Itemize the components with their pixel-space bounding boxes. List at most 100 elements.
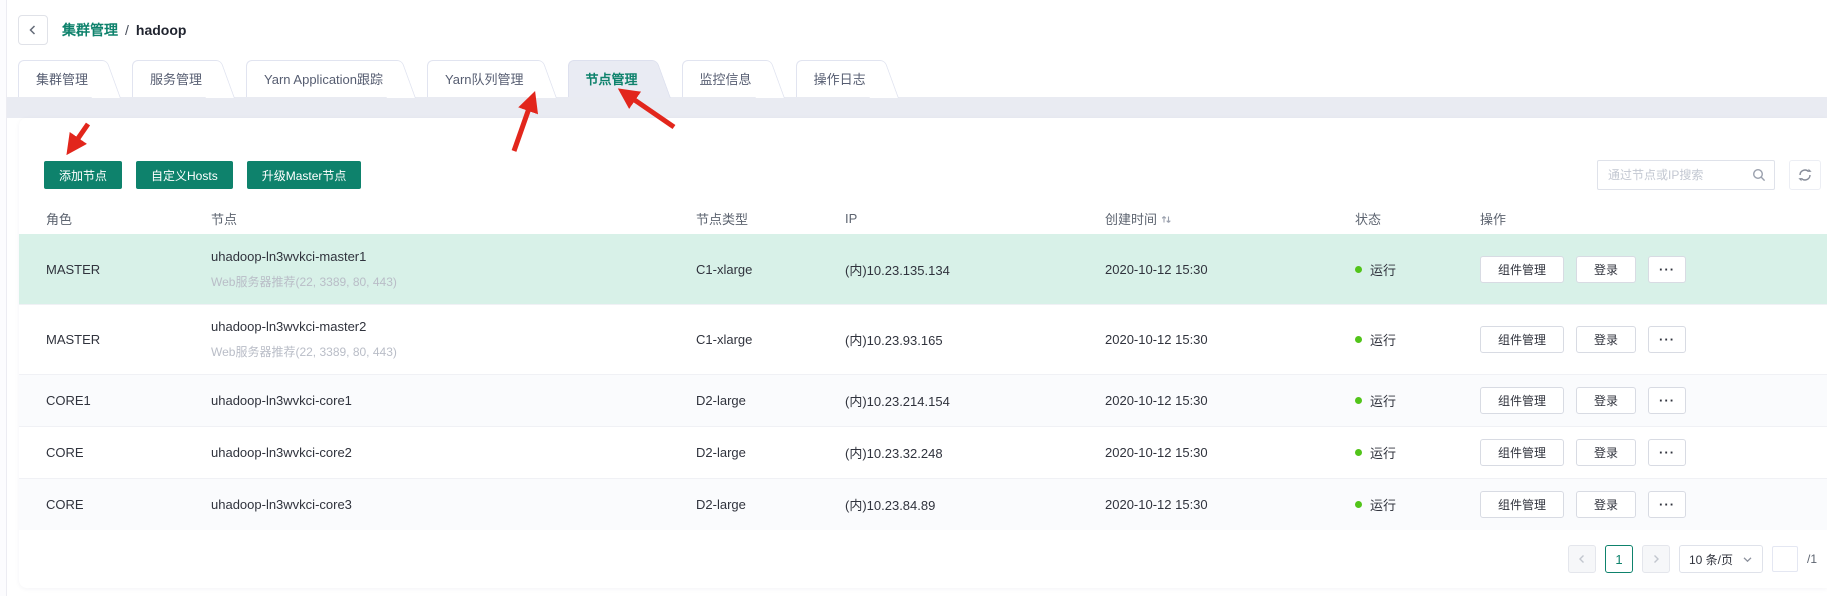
content-panel: 添加节点自定义Hosts升级Master节点 角色节点节点类型IP创建时间状态操 (19, 118, 1827, 588)
table-row-1[interactable]: MASTERuhadoop-ln3wvkci-master1Web服务器推荐(2… (19, 234, 1827, 304)
tab-3[interactable]: Yarn Application跟踪 (246, 60, 395, 97)
table-row-3[interactable]: CORE1uhadoop-ln3wvkci-core1D2-large(内)10… (19, 374, 1827, 426)
ip-cell: (内)10.23.84.89 (845, 495, 1105, 514)
more-actions-button[interactable]: ··· (1648, 491, 1686, 518)
role-cell: MASTER (46, 332, 211, 347)
role-cell: CORE1 (46, 393, 211, 408)
node-cell: uhadoop-ln3wvkci-master1 Web服务器推荐(22, 338… (211, 249, 696, 290)
tab-5[interactable]: 节点管理 (568, 60, 650, 97)
toolbar-button-3[interactable]: 升级Master节点 (247, 161, 362, 189)
node-cell: uhadoop-ln3wvkci-core1 (211, 393, 696, 408)
status-dot-icon (1355, 397, 1362, 404)
ip-cell: (内)10.23.93.165 (845, 330, 1105, 349)
pagination-prev-button[interactable] (1568, 545, 1596, 573)
table-row-2[interactable]: MASTERuhadoop-ln3wvkci-master2 Web服务器推荐(2… (19, 304, 1827, 374)
more-actions-button[interactable]: ··· (1648, 256, 1686, 283)
node-name: uhadoop-ln3wvkci-core2 (211, 445, 696, 460)
chevron-down-icon (1742, 554, 1753, 565)
node-note: Web服务器推荐(22, 3389, 80, 443) (211, 273, 696, 290)
tab-label: 服务管理 (150, 69, 202, 88)
table-row-4[interactable]: COREuhadoop-ln3wvkci-core2D2-large(内)10.… (19, 426, 1827, 478)
status-label: 运行 (1370, 330, 1396, 349)
column-header-label: 节点类型 (696, 209, 748, 228)
tab-4[interactable]: Yarn队列管理 (427, 60, 536, 97)
page-jump-input[interactable] (1772, 546, 1798, 572)
back-button[interactable] (18, 15, 48, 45)
action-button-1[interactable]: 组件管理 (1480, 256, 1564, 283)
page-total: /1 (1807, 552, 1817, 566)
chevron-left-icon (26, 23, 40, 37)
node-name: uhadoop-ln3wvkci-core1 (211, 393, 696, 408)
created-time-cell: 2020-10-12 15:30 (1105, 262, 1355, 277)
pagination-page-1[interactable]: 1 (1605, 545, 1633, 573)
status-badge: 运行 (1355, 443, 1480, 462)
row-actions: 组件管理登录 ··· (1480, 326, 1800, 353)
ip-cell: (内)10.23.214.154 (845, 391, 1105, 410)
action-button-2[interactable]: 登录 (1576, 256, 1636, 283)
node-type-cell: C1-xlarge (696, 332, 845, 347)
toolbar-right (1597, 160, 1821, 190)
breadcrumb-parent-link[interactable]: 集群管理 (62, 20, 118, 40)
node-note: Web服务器推荐(22, 3389, 80, 443) (211, 343, 696, 360)
node-type-cell: D2-large (696, 445, 845, 460)
node-type-cell: C1-xlarge (696, 262, 845, 277)
tab-label: Yarn Application跟踪 (264, 69, 383, 88)
tab-label: 节点管理 (586, 69, 638, 88)
row-actions: 组件管理登录 ··· (1480, 439, 1800, 466)
toolbar: 添加节点自定义Hosts 升级Master节点 (19, 118, 1827, 190)
column-header-7: 操作 (1480, 209, 1800, 228)
node-name: uhadoop-ln3wvkci-core3 (211, 497, 696, 512)
toolbar-button-2[interactable]: 自定义Hosts (136, 161, 233, 189)
tab-bar-background-band (0, 97, 1827, 118)
status-dot-icon (1355, 266, 1362, 273)
tab-bar: 集群管理 服务管理 Yarn Application跟踪 Yarn队列管理 节点管理 监控… (18, 60, 910, 97)
tab-1[interactable]: 集群管理 (18, 60, 100, 97)
node-name: uhadoop-ln3wvkci-master1 (211, 249, 696, 264)
action-button-1[interactable]: 组件管理 (1480, 326, 1564, 353)
column-header-2: 节点 (211, 209, 696, 228)
action-button-2[interactable]: 登录 (1576, 326, 1636, 353)
more-actions-button[interactable]: ··· (1648, 387, 1686, 414)
tab-7[interactable]: 操作日志 (796, 60, 878, 97)
node-cell: uhadoop-ln3wvkci-core3 (211, 497, 696, 512)
page-size-select[interactable]: 10 条/页 (1679, 545, 1763, 573)
node-name: uhadoop-ln3wvkci-master2 (211, 319, 696, 334)
more-actions-button[interactable]: ··· (1648, 439, 1686, 466)
tab-2[interactable]: 服务管理 (132, 60, 214, 97)
page-size-label: 10 条/页 (1689, 551, 1733, 568)
breadcrumb-separator: / (125, 22, 129, 38)
column-header-label: 节点 (211, 209, 237, 228)
created-time-cell: 2020-10-12 15:30 (1105, 332, 1355, 347)
column-header-label: 状态 (1355, 209, 1381, 228)
role-cell: CORE (46, 497, 211, 512)
more-actions-button[interactable]: ··· (1648, 326, 1686, 353)
status-dot-icon (1355, 449, 1362, 456)
action-button-1[interactable]: 组件管理 (1480, 387, 1564, 414)
ip-cell: (内)10.23.32.248 (845, 443, 1105, 462)
column-header-1: 角色 (46, 209, 211, 228)
action-button-1[interactable]: 组件管理 (1480, 491, 1564, 518)
action-button-2[interactable]: 登录 (1576, 491, 1636, 518)
table-body: MASTER uhadoop-ln3wvkci-master1 Web服务器推荐(2… (19, 234, 1827, 530)
action-button-2[interactable]: 登录 (1576, 387, 1636, 414)
action-button-2[interactable]: 登录 (1576, 439, 1636, 466)
toolbar-button-1[interactable]: 添加节点 (44, 161, 122, 189)
search-input[interactable] (1597, 160, 1775, 190)
node-type-cell: D2-large (696, 393, 845, 408)
status-label: 运行 (1370, 495, 1396, 514)
chevron-right-icon (1650, 553, 1662, 565)
status-dot-icon (1355, 501, 1362, 508)
column-header-6: 状态 (1355, 209, 1480, 228)
tab-label: 集群管理 (36, 69, 88, 88)
action-button-1[interactable]: 组件管理 (1480, 439, 1564, 466)
search-icon[interactable] (1751, 167, 1767, 183)
sort-icon[interactable] (1161, 212, 1171, 224)
pagination-next-button[interactable] (1642, 545, 1670, 573)
table-row-5[interactable]: COREuhadoop-ln3wvkci-core3D2-large(内)10.… (19, 478, 1827, 530)
left-gutter (0, 0, 7, 596)
breadcrumb-bar: 集群管理 / hadoop (8, 0, 1827, 60)
node-cell: uhadoop-ln3wvkci-core2 (211, 445, 696, 460)
tab-6[interactable]: 监控信息 (682, 60, 764, 97)
tab-label: 监控信息 (700, 69, 752, 88)
refresh-button[interactable] (1789, 160, 1821, 190)
